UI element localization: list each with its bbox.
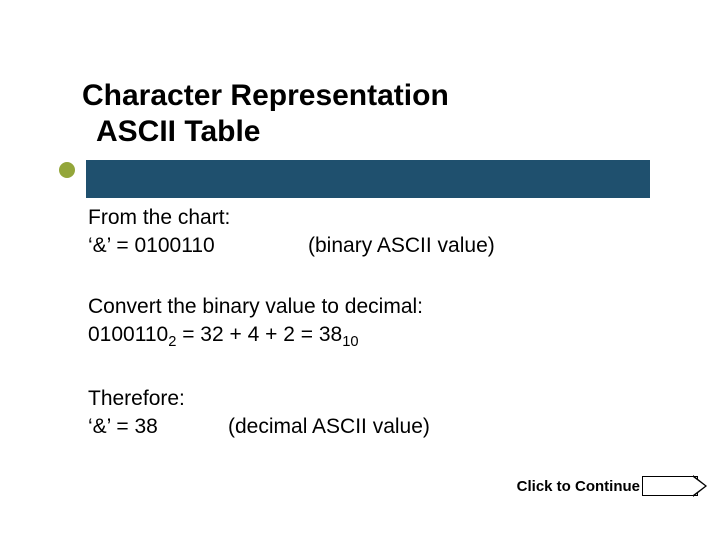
therefore-label: Therefore: — [88, 385, 648, 413]
bullet-icon — [59, 162, 75, 178]
arrow-right-icon — [642, 476, 698, 496]
slide-title: Character Representation ASCII Table — [82, 78, 449, 150]
binary-row: ‘&’ = 0100110 (binary ASCII value) — [88, 232, 648, 260]
convert-instruction: Convert the binary value to decimal: — [88, 293, 648, 321]
conversion-mid: = 32 + 4 + 2 = 38 — [176, 323, 342, 346]
decimal-note: (decimal ASCII value) — [228, 413, 648, 441]
binary-note: (binary ASCII value) — [308, 232, 648, 260]
from-chart-label: From the chart: — [88, 204, 648, 232]
decimal-row: ‘&’ = 38 (decimal ASCII value) — [88, 413, 648, 441]
continue-label: Click to Continue — [517, 478, 640, 495]
title-line-1: Character Representation — [82, 78, 449, 114]
conversion-expression: 01001102 = 32 + 4 + 2 = 3810 — [88, 321, 359, 353]
ampersand-binary: ‘&’ = 0100110 — [88, 232, 308, 260]
subscript-10: 10 — [342, 334, 358, 350]
slide-body: From the chart: ‘&’ = 0100110 (binary AS… — [88, 204, 648, 442]
title-line-2: ASCII Table — [82, 114, 449, 150]
slide: Character Representation ASCII Table Fro… — [0, 0, 720, 540]
title-underline-bar — [86, 160, 650, 198]
binary-value: 0100110 — [88, 323, 168, 346]
ampersand-decimal: ‘&’ = 38 — [88, 413, 228, 441]
conversion-row: 01001102 = 32 + 4 + 2 = 3810 — [88, 321, 648, 353]
continue-button[interactable]: Click to Continue — [517, 476, 698, 496]
